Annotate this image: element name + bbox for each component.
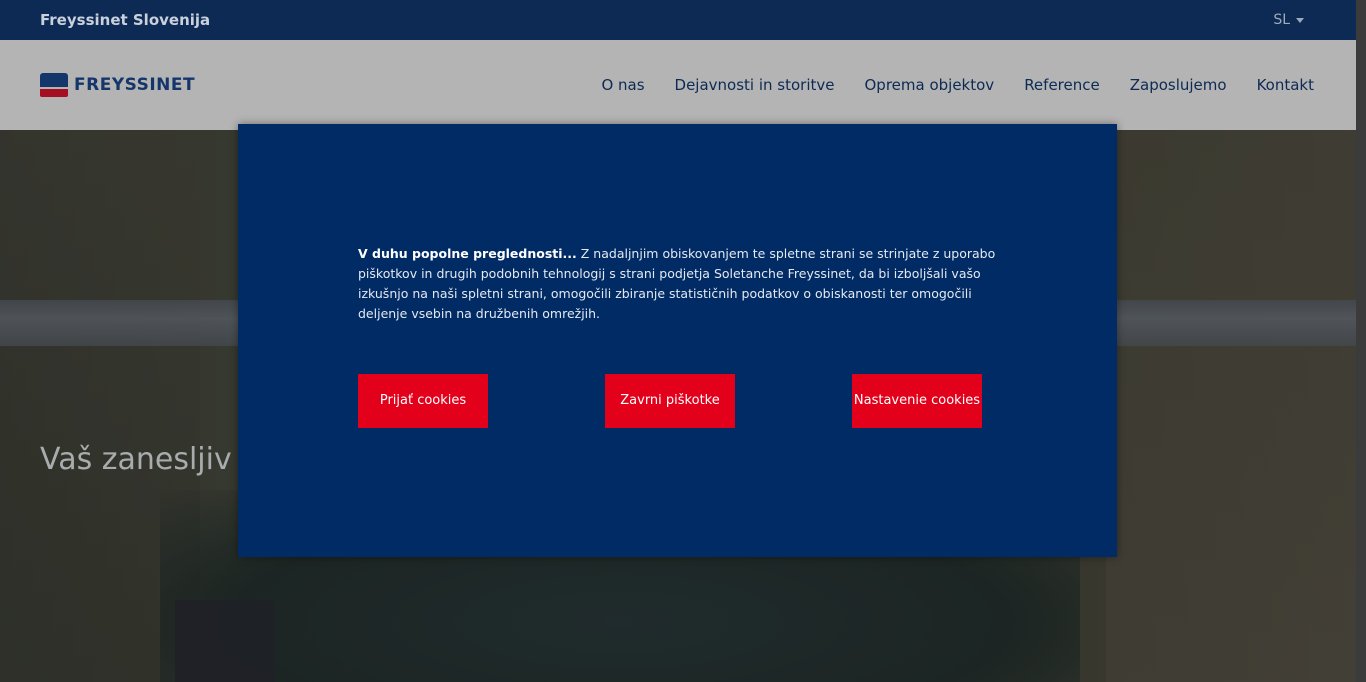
logo[interactable]: FREYSSINET: [40, 73, 195, 97]
logo-mark-icon: [40, 73, 68, 97]
top-bar: Freyssinet Slovenija SL: [0, 0, 1356, 40]
header: FREYSSINET O nas Dejavnosti in storitve …: [0, 40, 1356, 130]
cookie-text: V duhu popolne preglednosti... Z nadaljn…: [358, 244, 1008, 324]
nav-item-oprema[interactable]: Oprema objektov: [865, 76, 995, 94]
logo-text: FREYSSINET: [74, 75, 196, 95]
chevron-down-icon: [1296, 18, 1304, 23]
page: Freyssinet Slovenija SL FREYSSINET O nas…: [0, 0, 1366, 682]
nav-item-kontakt[interactable]: Kontakt: [1257, 76, 1314, 94]
language-selector[interactable]: SL: [1273, 12, 1304, 28]
nav-item-o-nas[interactable]: O nas: [601, 76, 644, 94]
main-nav: O nas Dejavnosti in storitve Oprema obje…: [601, 76, 1314, 94]
nav-item-dejavnosti[interactable]: Dejavnosti in storitve: [675, 76, 835, 94]
site-name[interactable]: Freyssinet Slovenija: [40, 11, 210, 29]
cookie-lead: V duhu popolne preglednosti...: [358, 246, 577, 261]
cookie-settings-button[interactable]: Nastavenie cookies: [852, 374, 982, 428]
accept-cookies-button[interactable]: Prijať cookies: [358, 374, 488, 428]
reject-cookies-button[interactable]: Zavrni piškotke: [605, 374, 735, 428]
language-label: SL: [1273, 12, 1290, 28]
scrollbar[interactable]: [1356, 0, 1366, 682]
cookie-modal: V duhu popolne preglednosti... Z nadaljn…: [238, 124, 1117, 557]
nav-item-zaposlujemo[interactable]: Zaposlujemo: [1130, 76, 1227, 94]
nav-item-reference[interactable]: Reference: [1024, 76, 1100, 94]
